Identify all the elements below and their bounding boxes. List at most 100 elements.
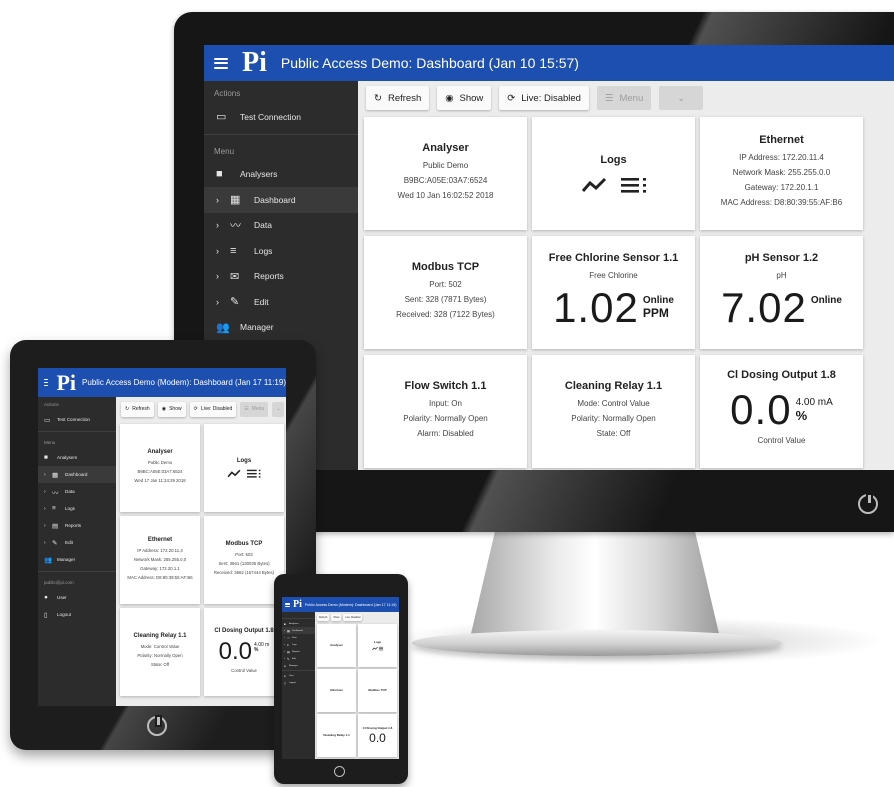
dosing-output-card[interactable]: Cl Dosing Output 1.8 0.0 4.00 m% Control… bbox=[204, 608, 284, 696]
chevron-right-icon: › bbox=[216, 220, 219, 231]
card-subtitle: pH bbox=[776, 271, 787, 280]
power-icon[interactable] bbox=[858, 493, 878, 514]
sidebar-item-label: Data bbox=[292, 636, 297, 639]
sidebar-item-logout[interactable]: ▯ Logout bbox=[38, 606, 116, 623]
card-title: Cleaning Relay 1.1 bbox=[564, 379, 663, 392]
card-line: Alarm: Disabled bbox=[417, 428, 474, 438]
dashboard-icon: ▦ bbox=[52, 471, 59, 479]
live-toggle-button[interactable]: ⟳ Live: Disabled bbox=[499, 86, 589, 110]
chlorine-sensor-card[interactable]: Free Chlorine Sensor 1.1 Free Chlorine 1… bbox=[532, 236, 695, 349]
cleaning-relay-card[interactable]: Cleaning Relay 1.1 Mode: Control Value P… bbox=[532, 355, 695, 468]
logs-card[interactable]: Logs bbox=[204, 424, 284, 512]
sidebar-item-label: Reports bbox=[65, 523, 82, 528]
analyser-card[interactable]: Analyser Public Demo B9BC:A05E:03A7:6524… bbox=[120, 424, 200, 512]
card-title: Ethernet bbox=[147, 536, 173, 543]
sidebar-item-reports[interactable]: › ▤ Reports bbox=[282, 648, 315, 655]
tablet-power-icon[interactable] bbox=[147, 715, 167, 736]
sidebar-item-logout[interactable]: ▯ Logout bbox=[282, 679, 315, 686]
sidebar-item-label: Logs bbox=[292, 643, 297, 646]
hamburger-menu-icon[interactable] bbox=[44, 378, 49, 387]
live-toggle-button[interactable]: ⟳ Live: Disabled bbox=[189, 401, 237, 417]
sidebar-section-actions: Actions bbox=[44, 402, 59, 407]
hamburger-menu-icon[interactable] bbox=[285, 602, 290, 607]
menu-dropdown-button[interactable]: ⌄ bbox=[272, 401, 285, 417]
list-icon bbox=[620, 178, 646, 193]
sidebar-item-dashboard[interactable]: › ▦ Dashboard bbox=[38, 466, 116, 483]
sidebar-item-data[interactable]: › 〰 Data bbox=[204, 213, 358, 239]
analyser-card[interactable]: Analyser Public Demo B9BC:A05E:03A7:6524… bbox=[364, 117, 527, 230]
sidebar-section-actions: Actions bbox=[214, 89, 241, 98]
menu-button[interactable]: ☰ Menu bbox=[240, 401, 269, 417]
card-line: Polarity: Normally Open bbox=[403, 413, 488, 423]
sidebar-item-analysers[interactable]: ■ Analysers bbox=[204, 162, 358, 188]
sidebar-item-dashboard[interactable]: › ▦ Dashboard bbox=[282, 627, 315, 634]
hamburger-menu-icon[interactable] bbox=[214, 57, 228, 69]
sidebar-item-label: Logs bbox=[65, 506, 75, 511]
show-button[interactable]: ◉ Show bbox=[437, 86, 492, 110]
show-button[interactable]: ◉ Show bbox=[157, 401, 186, 417]
sidebar-section-menu: Menu bbox=[44, 440, 56, 445]
sidebar-item-data[interactable]: › 〰 Data bbox=[282, 634, 315, 641]
refresh-button[interactable]: ↻ Refresh bbox=[366, 86, 430, 110]
sidebar-item-logs[interactable]: › ≡ Logs bbox=[204, 238, 358, 264]
ph-sensor-card[interactable]: pH Sensor 1.2 pH 7.02 Online bbox=[700, 236, 863, 349]
unit-label: % bbox=[254, 646, 259, 653]
sidebar-item-label: User bbox=[57, 595, 67, 600]
sidebar-item-manager[interactable]: 👥 Manager bbox=[38, 551, 116, 568]
sidebar-item-label: Manager bbox=[240, 322, 274, 333]
cleaning-relay-card[interactable]: Cleaning Relay 1.1 Mode: Control Value P… bbox=[120, 608, 200, 696]
ethernet-card[interactable]: Ethernet bbox=[317, 669, 356, 712]
sidebar-item-user[interactable]: ● User bbox=[282, 672, 315, 679]
analyser-card[interactable]: Analyser bbox=[317, 624, 356, 667]
sidebar-item-test-connection[interactable]: ▭ Test Connection bbox=[204, 104, 358, 130]
phone-power-icon[interactable] bbox=[334, 766, 345, 777]
menu-dropdown-button[interactable]: ⌄ bbox=[659, 86, 704, 110]
sidebar-item-reports[interactable]: › ▤ Reports bbox=[38, 517, 116, 534]
sidebar-item-analysers[interactable]: ■ Analysers bbox=[38, 449, 116, 466]
sidebar-item-logs[interactable]: › ≡ Logs bbox=[38, 500, 116, 517]
refresh-button[interactable]: Refresh bbox=[317, 614, 330, 621]
sidebar-item-manager[interactable]: 👥 Manager bbox=[204, 315, 358, 341]
people-icon: 👥 bbox=[216, 321, 230, 334]
dashboard-content: ↻ Refresh ◉ Show ⟳ Live: Disabled ☰ Menu bbox=[358, 81, 894, 470]
sidebar-item-analysers[interactable]: ■ Analysers bbox=[282, 620, 315, 627]
status-label: Online bbox=[642, 295, 674, 306]
sidebar-item-dashboard[interactable]: › ▦ Dashboard bbox=[204, 187, 358, 213]
logs-card[interactable]: Logs bbox=[532, 117, 695, 230]
dosing-output-card[interactable]: Cl Dosing Output 1.8 0.0 bbox=[358, 714, 397, 757]
card-caption: Control Value bbox=[231, 667, 257, 673]
sidebar-item-edit[interactable]: › ✎ Edit bbox=[38, 534, 116, 551]
sidebar-item-edit[interactable]: › ✎ Edit bbox=[282, 655, 315, 662]
modbus-card[interactable]: Modbus TCP Port: 502 Sent: 328 (7871 Byt… bbox=[364, 236, 527, 349]
card-line: Mode: Control Value bbox=[577, 398, 650, 408]
reading: 0.0 bbox=[369, 732, 386, 745]
chevron-right-icon: › bbox=[216, 245, 219, 256]
sidebar-item-test-connection[interactable]: ▭ Test Connection bbox=[38, 411, 116, 428]
sidebar-item-label: Logs bbox=[254, 245, 273, 256]
refresh-label: Refresh bbox=[319, 616, 328, 619]
eye-icon: ◉ bbox=[445, 92, 454, 104]
card-line: Sent: 328 (7871 Bytes) bbox=[404, 294, 487, 304]
logs-card[interactable]: Logs bbox=[358, 624, 397, 667]
sidebar-item-label: Edit bbox=[292, 657, 296, 660]
ethernet-card[interactable]: Ethernet IP Address: 172.20.11.4 Network… bbox=[700, 117, 863, 230]
pencil-icon: ✎ bbox=[52, 539, 58, 547]
modbus-card[interactable]: Modbus TCP bbox=[358, 669, 397, 712]
page-title: Public Access Demo: Dashboard (Jan 10 15… bbox=[280, 55, 579, 71]
sidebar-item-edit[interactable]: › ✎ Edit bbox=[204, 289, 358, 315]
sidebar-item-data[interactable]: › 〰 Data bbox=[38, 483, 116, 500]
live-toggle-button[interactable]: Live: Disabled bbox=[343, 614, 363, 621]
dosing-output-card[interactable]: Cl Dosing Output 1.8 0.0 4.00 mA% Contro… bbox=[700, 355, 863, 468]
ethernet-card[interactable]: Ethernet IP Address: 172.20.11.4 Network… bbox=[120, 516, 200, 604]
flow-switch-card[interactable]: Flow Switch 1.1 Input: On Polarity: Norm… bbox=[364, 355, 527, 468]
sidebar-item-logs[interactable]: › ≡ Logs bbox=[282, 641, 315, 648]
reading-value: 0.0 bbox=[369, 731, 386, 745]
show-button[interactable]: Show bbox=[331, 614, 342, 621]
cleaning-relay-card[interactable]: Cleaning Relay 1.1 bbox=[317, 714, 356, 757]
modbus-card[interactable]: Modbus TCP Port: 502 Sent: 3661 (130035 … bbox=[204, 516, 284, 604]
sidebar-item-reports[interactable]: › ✉ Reports bbox=[204, 264, 358, 290]
menu-button[interactable]: ☰ Menu bbox=[596, 86, 652, 110]
refresh-button[interactable]: ↻ Refresh bbox=[121, 401, 154, 417]
sidebar-item-user[interactable]: ● User bbox=[38, 589, 116, 606]
sidebar-item-manager[interactable]: ● Manager bbox=[282, 662, 315, 669]
